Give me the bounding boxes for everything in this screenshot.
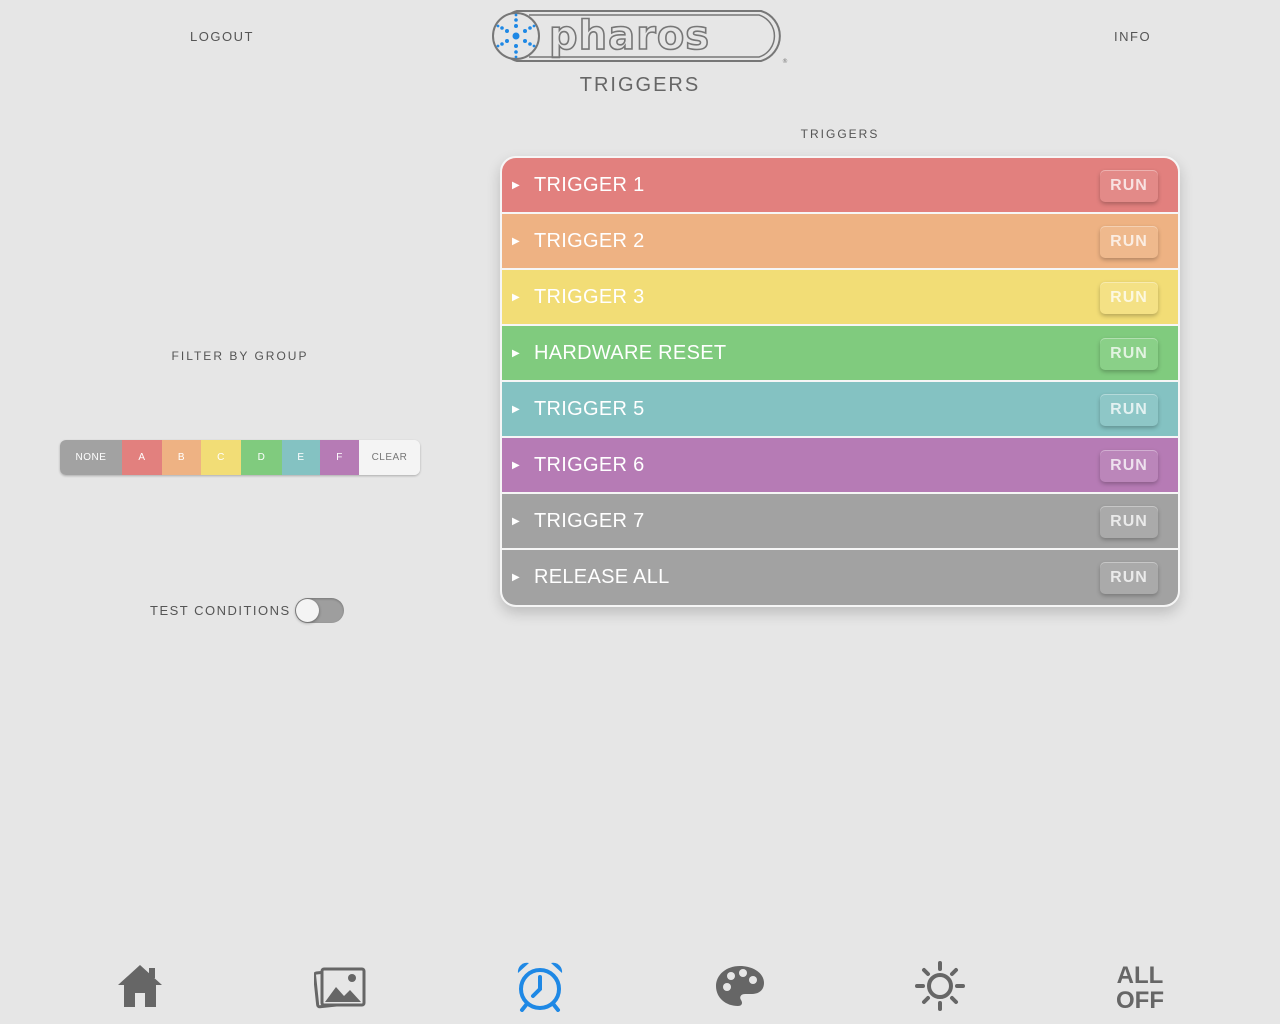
nav-home-button[interactable] bbox=[110, 956, 170, 1016]
run-button[interactable]: RUN bbox=[1100, 282, 1158, 314]
nav-brightness-button[interactable] bbox=[910, 956, 970, 1016]
filter-clear-button[interactable]: CLEAR bbox=[359, 440, 420, 475]
trigger-name: TRIGGER 6 bbox=[534, 453, 645, 476]
home-icon bbox=[118, 965, 162, 1007]
run-button[interactable]: RUN bbox=[1100, 562, 1158, 594]
triggers-heading: TRIGGERS bbox=[800, 127, 880, 141]
expand-arrow-icon[interactable]: ▶ bbox=[512, 236, 522, 247]
trigger-name: TRIGGER 3 bbox=[534, 285, 645, 308]
expand-arrow-icon[interactable]: ▶ bbox=[512, 404, 522, 415]
trigger-name: TRIGGER 5 bbox=[534, 397, 645, 420]
trigger-name: HARDWARE RESET bbox=[534, 341, 727, 364]
filter-b-button[interactable]: B bbox=[162, 440, 201, 475]
alarm-clock-icon bbox=[517, 962, 563, 1012]
expand-arrow-icon[interactable]: ▶ bbox=[512, 516, 522, 527]
trigger-row[interactable]: ▶ RELEASE ALL RUN bbox=[502, 550, 1178, 605]
all-off-line1: ALL bbox=[1116, 962, 1164, 989]
nav-triggers-button[interactable] bbox=[510, 956, 570, 1016]
trigger-name: RELEASE ALL bbox=[534, 566, 670, 588]
filter-e-button[interactable]: E bbox=[282, 440, 320, 475]
nav-color-button[interactable] bbox=[710, 956, 770, 1016]
run-button[interactable]: RUN bbox=[1100, 506, 1158, 538]
logout-link[interactable]: LOGOUT bbox=[190, 29, 254, 44]
trigger-list: ▶ TRIGGER 1 RUN ▶ TRIGGER 2 RUN ▶ TRIGGER 3 RUN ▶… bbox=[500, 156, 1180, 607]
trigger-row[interactable]: ▶ TRIGGER 3 RUN bbox=[502, 270, 1178, 326]
test-conditions-toggle[interactable] bbox=[295, 598, 344, 623]
filter-heading: FILTER BY GROUP bbox=[171, 349, 309, 363]
filter-a-button[interactable]: A bbox=[122, 440, 162, 475]
page-title: TRIGGERS bbox=[579, 74, 701, 96]
test-conditions-label: TEST CONDITIONS bbox=[150, 603, 291, 618]
filter-c-button[interactable]: C bbox=[201, 440, 241, 475]
run-button[interactable]: RUN bbox=[1100, 394, 1158, 426]
nav-scenes-button[interactable] bbox=[310, 956, 370, 1016]
trigger-name: TRIGGER 2 bbox=[534, 229, 645, 252]
group-filter-bar: NONE A B C D E F CLEAR bbox=[60, 440, 420, 475]
expand-arrow-icon[interactable]: ▶ bbox=[512, 572, 522, 583]
trigger-name: TRIGGER 7 bbox=[534, 509, 645, 532]
all-off-line2: OFF bbox=[1116, 987, 1164, 1014]
run-button[interactable]: RUN bbox=[1100, 226, 1158, 258]
filter-none-button[interactable]: NONE bbox=[60, 440, 122, 475]
trigger-name: TRIGGER 1 bbox=[534, 173, 645, 196]
filter-d-button[interactable]: D bbox=[241, 440, 282, 475]
trigger-row[interactable]: ▶ TRIGGER 6 RUN bbox=[502, 438, 1178, 494]
expand-arrow-icon[interactable]: ▶ bbox=[512, 292, 522, 303]
expand-arrow-icon[interactable]: ▶ bbox=[512, 460, 522, 471]
expand-arrow-icon[interactable]: ▶ bbox=[512, 348, 522, 359]
images-icon bbox=[314, 967, 366, 1009]
toggle-knob bbox=[296, 599, 319, 622]
trigger-row[interactable]: ▶ HARDWARE RESET RUN bbox=[502, 326, 1178, 382]
bottom-nav: ALL OFF bbox=[0, 940, 1280, 1024]
info-link[interactable]: INFO bbox=[1114, 29, 1151, 44]
run-button[interactable]: RUN bbox=[1100, 170, 1158, 202]
svg-text:®: ® bbox=[782, 58, 788, 65]
pharos-logo: pharos ® bbox=[489, 9, 791, 65]
svg-text:pharos: pharos bbox=[549, 13, 710, 59]
palette-icon bbox=[716, 966, 764, 1006]
trigger-row[interactable]: ▶ TRIGGER 1 RUN bbox=[502, 158, 1178, 214]
trigger-row[interactable]: ▶ TRIGGER 7 RUN bbox=[502, 494, 1178, 550]
nav-all-off-button[interactable]: ALL OFF bbox=[1110, 958, 1170, 1018]
run-button[interactable]: RUN bbox=[1100, 338, 1158, 370]
trigger-row[interactable]: ▶ TRIGGER 5 RUN bbox=[502, 382, 1178, 438]
trigger-row[interactable]: ▶ TRIGGER 2 RUN bbox=[502, 214, 1178, 270]
filter-f-button[interactable]: F bbox=[320, 440, 359, 475]
run-button[interactable]: RUN bbox=[1100, 450, 1158, 482]
expand-arrow-icon[interactable]: ▶ bbox=[512, 180, 522, 191]
sun-icon bbox=[915, 961, 965, 1011]
